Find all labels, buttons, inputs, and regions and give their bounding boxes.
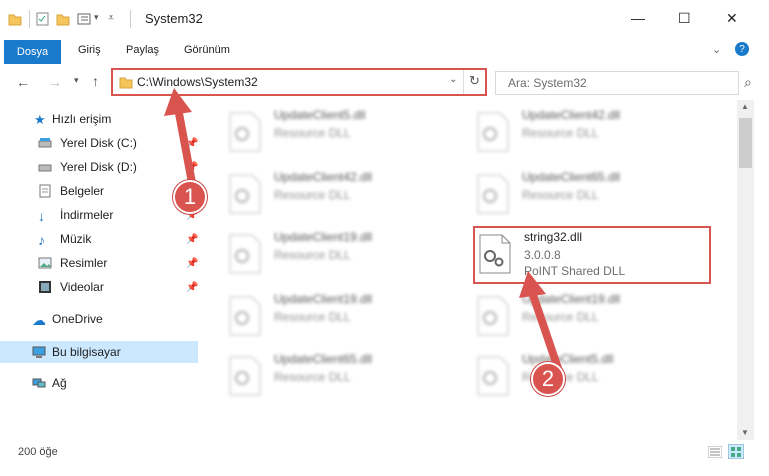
arrow-2-head [519, 271, 546, 298]
annotation-arrows [164, 88, 564, 378]
callout-1: 1 [173, 180, 207, 214]
arrow-1-head [164, 88, 192, 116]
callout-2: 2 [531, 362, 565, 396]
arrow-1 [174, 104, 197, 192]
